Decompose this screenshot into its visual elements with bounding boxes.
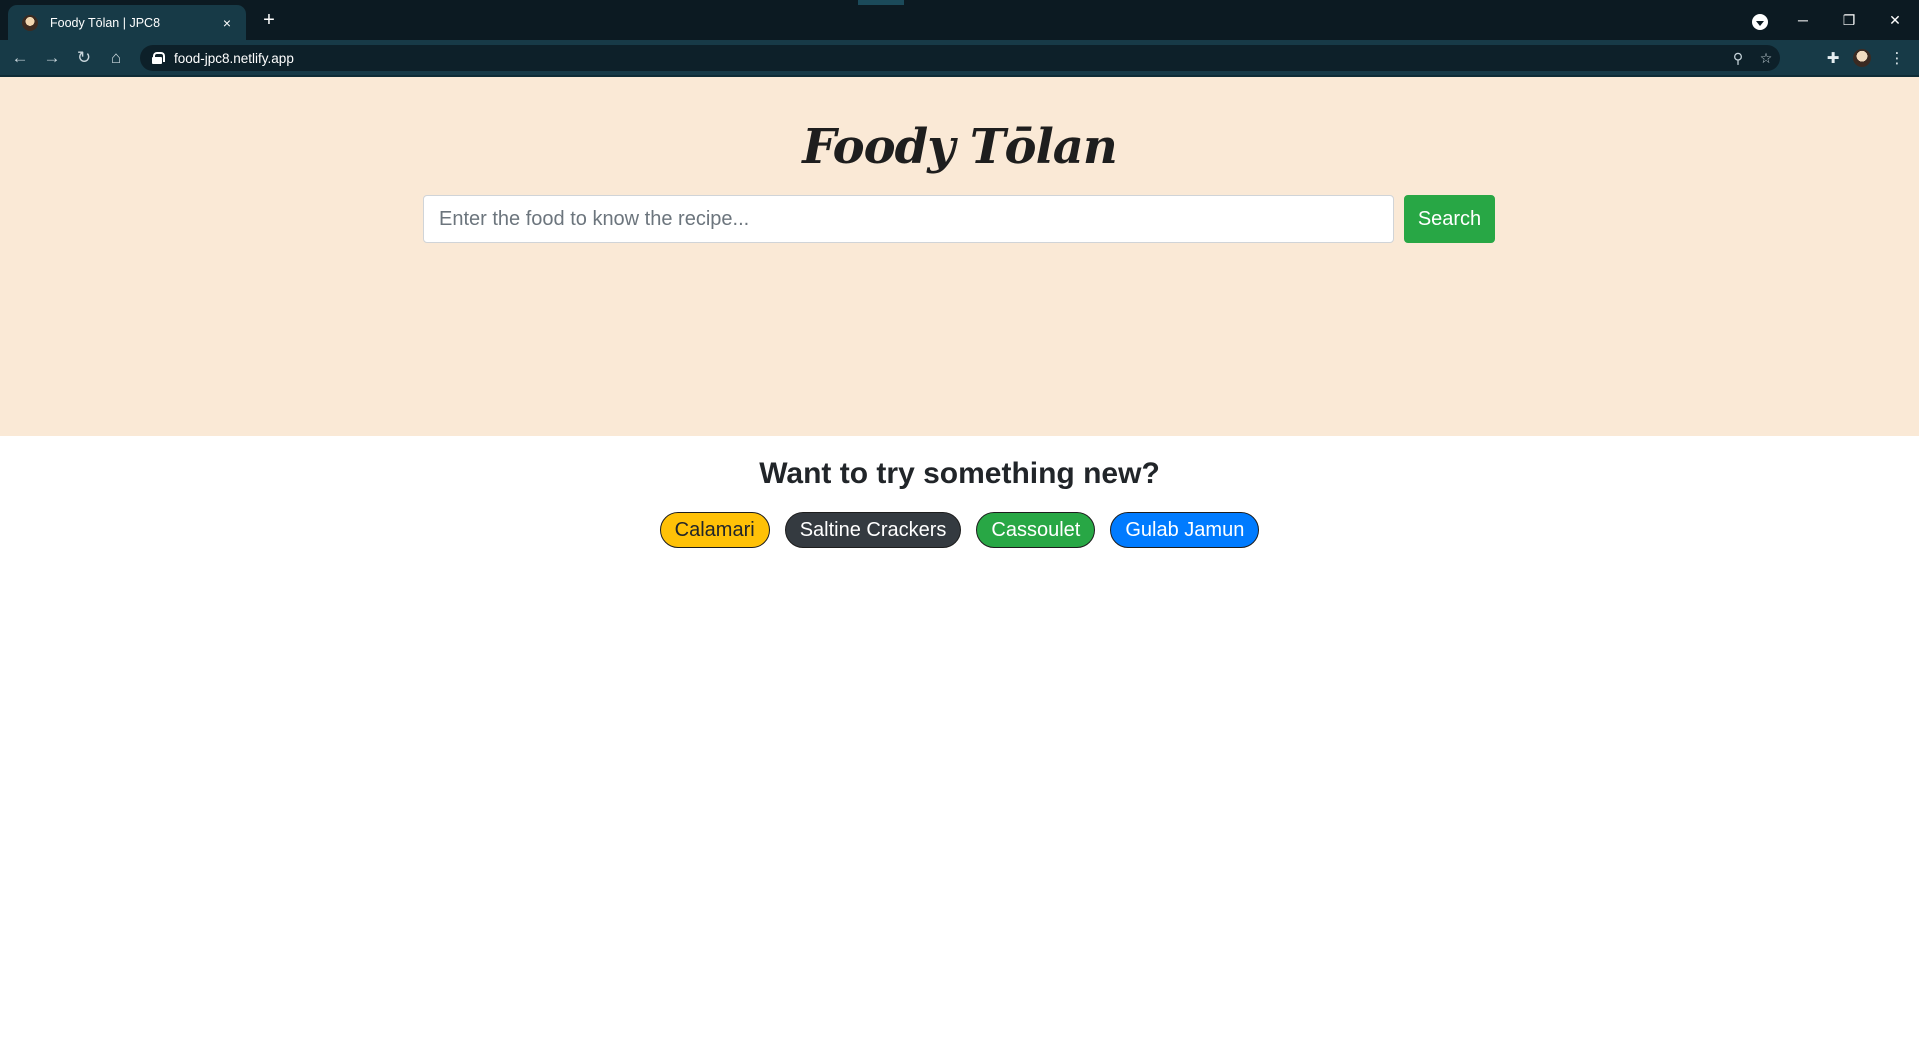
site-title: Foody Tōlan [802, 119, 1118, 175]
tab-title: Foody Tōlan | JPC8 [50, 15, 161, 30]
home-icon[interactable]: ⌂ [104, 46, 128, 70]
browser-tabstrip: Foody Tōlan | JPC8 × + ─ ❐ ✕ [0, 0, 1919, 40]
browser-tab[interactable]: Foody Tōlan | JPC8 × [8, 5, 246, 40]
tab-close-icon[interactable]: × [218, 14, 236, 32]
menu-kebab-icon[interactable]: ⋮ [1884, 46, 1910, 70]
zoom-icon[interactable]: ⚲ [1724, 45, 1752, 71]
suggestions-heading: Want to try something new? [759, 457, 1160, 490]
minimize-button[interactable]: ─ [1780, 0, 1826, 40]
forward-icon[interactable]: → [40, 46, 64, 70]
browser-toolbar: ← → ↻ ⌂ food-jpc8.netlify.app ⚲ ☆ ✚ ⋮ [0, 40, 1919, 76]
favicon-icon [22, 14, 38, 31]
suggestion-pill-saltine-crackers[interactable]: Saltine Crackers [784, 512, 962, 548]
close-window-button[interactable]: ✕ [1872, 0, 1918, 40]
page-content: Foody Tōlan Search Want to try something… [0, 77, 1919, 1046]
tab-strip-accent [858, 0, 904, 5]
bookmark-star-icon[interactable]: ☆ [1752, 45, 1780, 71]
address-bar[interactable]: food-jpc8.netlify.app ⚲ ☆ [140, 45, 1780, 71]
tab-search-icon[interactable] [1752, 14, 1768, 30]
suggestion-pill-gulab-jamun[interactable]: Gulab Jamun [1110, 512, 1260, 548]
search-form: Search [423, 195, 1495, 243]
suggestion-pills: Calamari Saltine Crackers Cassoulet Gula… [0, 512, 1919, 548]
profile-avatar[interactable] [1853, 49, 1871, 67]
extensions-icon[interactable]: ✚ [1820, 46, 1846, 70]
url-text[interactable]: food-jpc8.netlify.app [174, 51, 1724, 66]
back-icon[interactable]: ← [8, 46, 32, 70]
reload-icon[interactable]: ↻ [72, 46, 96, 70]
recipe-search-input[interactable] [423, 195, 1394, 243]
restore-button[interactable]: ❐ [1826, 0, 1872, 40]
lock-icon[interactable] [152, 52, 165, 64]
search-button[interactable]: Search [1404, 195, 1495, 243]
suggestion-pill-cassoulet[interactable]: Cassoulet [976, 512, 1096, 548]
new-tab-button[interactable]: + [258, 9, 280, 31]
suggestion-pill-calamari[interactable]: Calamari [659, 512, 770, 548]
hero-section: Foody Tōlan Search [0, 77, 1919, 436]
